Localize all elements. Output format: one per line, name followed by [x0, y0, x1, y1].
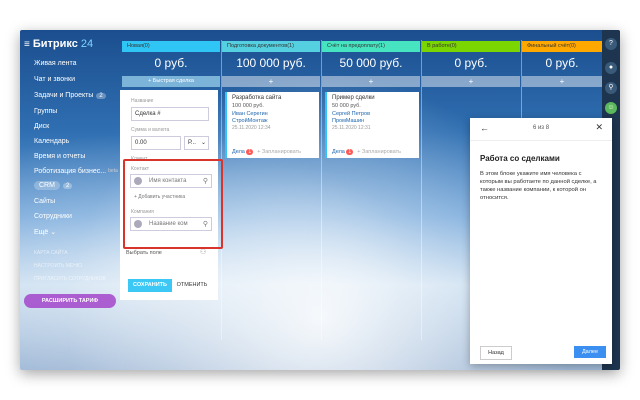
back-button[interactable]: Назад	[480, 346, 512, 360]
menu-icon[interactable]: ≡	[24, 39, 30, 50]
deal-company[interactable]: СтройМонтаж	[232, 118, 268, 124]
bell-icon[interactable]: ●	[605, 62, 617, 74]
chevron-down-icon: ⌄	[200, 140, 206, 146]
schedule-link[interactable]: + Запланировать	[257, 149, 301, 155]
help-icon[interactable]: ?	[605, 38, 617, 50]
crm-badge: 2	[62, 183, 73, 189]
sidebar: ≡ Битрикс 24 Живая лента Чат и звонки Зад…	[20, 30, 120, 370]
logo[interactable]: ≡ Битрикс 24	[24, 38, 93, 50]
tour-title: Работа со сделками	[480, 154, 560, 163]
sidebar-item-time[interactable]: Время и отчеты	[34, 153, 85, 160]
sidebar-item-groups[interactable]: Группы	[34, 108, 57, 115]
column-final-header[interactable]: Финальный счёт(0)	[522, 41, 602, 52]
deal-title[interactable]: Пример сделки	[332, 95, 414, 101]
search-icon[interactable]: ⚲	[605, 82, 617, 94]
upgrade-plan-button[interactable]: РАСШИРИТЬ ТАРИФ	[24, 294, 116, 308]
deal-footer: Дела 1 + Запланировать	[232, 149, 301, 155]
tour-panel: ← 6 из 8 ✕ Работа со сделками В этом бло…	[470, 118, 612, 364]
column-final-sum: 0 руб.	[545, 56, 579, 70]
tasks-count-badge: 1	[246, 149, 254, 155]
cancel-button[interactable]: ОТМЕНИТЬ	[174, 279, 210, 292]
sidebar-item-robotization[interactable]: Роботизация бизнес... beta	[34, 168, 118, 175]
column-inwork-sum: 0 руб.	[454, 56, 488, 70]
sidebar-item-tasks[interactable]: Задачи и Проекты 2	[34, 92, 106, 99]
users-icon[interactable]: ⚇	[200, 248, 206, 256]
select-field-link[interactable]: Выбрать поле	[126, 250, 162, 256]
sidebar-item-feed[interactable]: Живая лента	[34, 60, 77, 67]
sidebar-item-crm[interactable]: CRM 2	[34, 181, 73, 190]
deal-card[interactable]: Разработка сайта 100 000 руб. Иван Серег…	[225, 92, 319, 158]
logo-text: Битрикс	[32, 38, 78, 50]
avatar[interactable]: ☺	[605, 102, 617, 114]
sidebar-item-chat[interactable]: Чат и звонки	[34, 76, 75, 83]
name-label: Название	[131, 98, 154, 104]
sidebar-item-employees[interactable]: Сотрудники	[34, 213, 72, 220]
column-new-header[interactable]: Новая(0)	[122, 41, 220, 52]
sidebar-item-disk[interactable]: Диск	[34, 123, 49, 130]
deal-price: 100 000 руб.	[232, 103, 264, 109]
save-button[interactable]: СОХРАНИТЬ	[128, 279, 172, 292]
tour-description: В этом блоке укажите имя человека с кото…	[480, 171, 597, 201]
logo-version: 24	[80, 38, 94, 50]
column-invoice-sum: 50 000 руб.	[339, 56, 403, 70]
deal-name-input[interactable]: Сделка #	[131, 107, 209, 121]
column-new-sum: 0 руб.	[154, 56, 188, 70]
invite-employees-link[interactable]: ПРИГЛАСИТЬ СОТРУДНИКОВ	[34, 276, 106, 282]
column-docs-header[interactable]: Подготовка документов(1)	[222, 41, 320, 52]
column-docs-sum: 100 000 руб.	[236, 56, 306, 70]
add-deal-button[interactable]: +	[322, 76, 420, 87]
tasks-link[interactable]: Дела	[332, 149, 345, 155]
step-counter: 6 из 8	[532, 125, 550, 131]
sidebar-item-more[interactable]: Ещё ⌄	[34, 228, 56, 236]
deal-footer: Дела 1 + Запланировать	[332, 149, 401, 155]
deal-contact[interactable]: Иван Серегин	[232, 111, 268, 117]
configure-menu-link[interactable]: НАСТРОИТЬ МЕНЮ	[34, 263, 82, 269]
column-invoice-header[interactable]: Счёт на предоплату(1)	[322, 41, 420, 52]
close-icon[interactable]: ✕	[595, 122, 603, 133]
currency-select[interactable]: Р... ⌄	[184, 136, 209, 150]
beta-tag: beta	[108, 168, 118, 174]
schedule-link[interactable]: + Запланировать	[357, 149, 401, 155]
deal-date: 25.11.2020 12:34	[232, 125, 271, 131]
tour-panel-header: ← 6 из 8 ✕	[470, 118, 612, 141]
column-inwork-header[interactable]: В работе(0)	[422, 41, 520, 52]
tasks-badge: 2	[96, 93, 106, 99]
tasks-link[interactable]: Дела	[232, 149, 245, 155]
tasks-count-badge: 1	[346, 149, 354, 155]
add-deal-button[interactable]: +	[222, 76, 320, 87]
sidebar-item-calendar[interactable]: Календарь	[34, 138, 69, 145]
deal-title[interactable]: Разработка сайта	[232, 95, 314, 101]
deal-price: 50 000 руб.	[332, 103, 361, 109]
deal-date: 25.11.2020 12:31	[332, 125, 371, 131]
deal-contact[interactable]: Сергей Петров	[332, 111, 370, 117]
amount-label: Сумма и валюта	[131, 127, 170, 133]
deal-card[interactable]: Пример сделки 50 000 руб. Сергей Петров П…	[325, 92, 419, 158]
quick-deal-button[interactable]: + Быстрая сделка	[122, 76, 220, 87]
add-deal-button[interactable]: +	[422, 76, 520, 87]
highlight-frame	[123, 159, 223, 249]
deal-company[interactable]: ПромМашин	[332, 118, 364, 124]
sitemap-link[interactable]: КАРТА САЙТА	[34, 250, 68, 256]
add-deal-button[interactable]: +	[522, 76, 602, 87]
amount-input[interactable]: 0.00	[131, 136, 181, 150]
sidebar-item-sites[interactable]: Сайты	[34, 198, 55, 205]
next-button[interactable]: Далее	[574, 346, 606, 358]
